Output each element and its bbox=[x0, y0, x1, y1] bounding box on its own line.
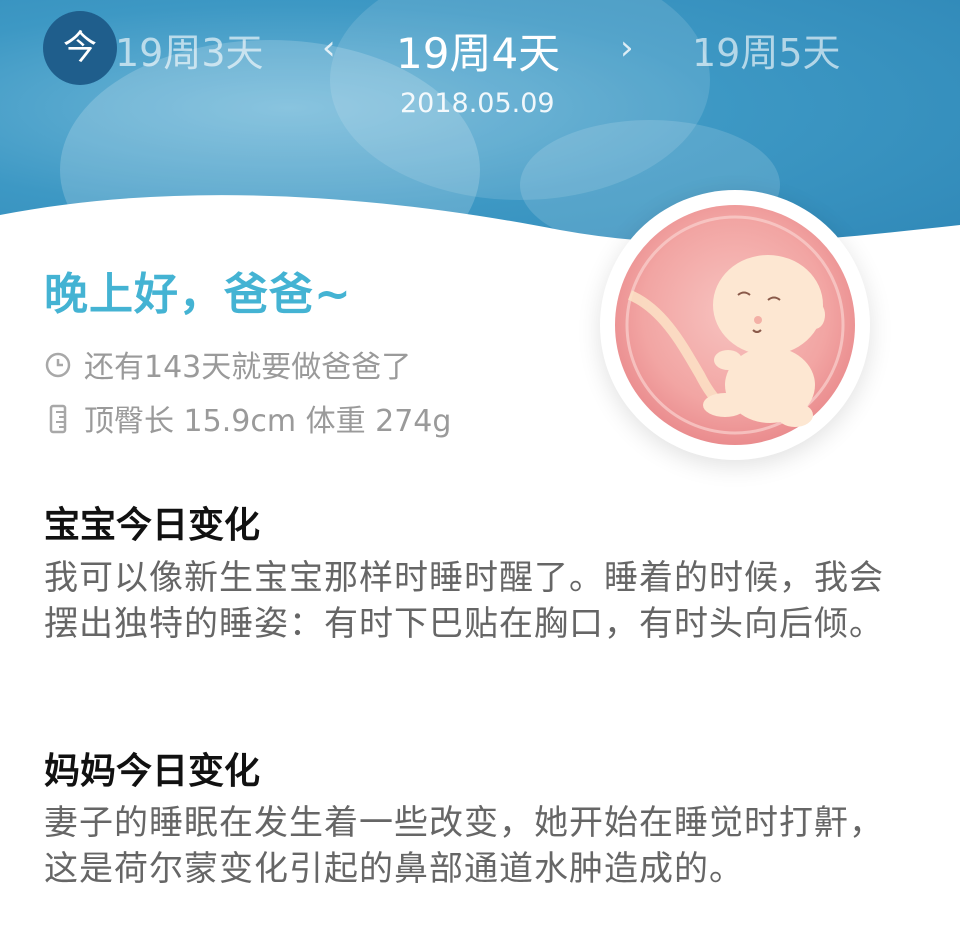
baby-section-title: 宝宝今日变化 bbox=[44, 505, 261, 546]
measurement-text: 顶臀长 15.9cm 体重 274g bbox=[84, 404, 452, 439]
clock-icon bbox=[44, 351, 74, 387]
today-button[interactable]: 今 bbox=[43, 11, 117, 85]
chevron-right-icon[interactable]: › bbox=[620, 28, 634, 68]
countdown-text: 还有143天就要做爸爸了 bbox=[84, 350, 412, 385]
baby-section-body: 我可以像新生宝宝那样时睡时醒了。睡着的时候，我会摆出独特的睡姿：有时下巴贴在胸口… bbox=[44, 558, 884, 644]
measurement-row: 顶臀长 15.9cm 体重 274g bbox=[44, 396, 451, 442]
ruler-icon bbox=[44, 404, 74, 442]
mom-section-body: 妻子的睡眠在发生着一些改变，她开始在睡觉时打鼾，这是荷尔蒙变化引起的鼻部通道水肿… bbox=[44, 803, 884, 889]
mom-section-title: 妈妈今日变化 bbox=[44, 751, 261, 792]
greeting-title: 晚上好，爸爸~ bbox=[44, 269, 352, 320]
next-week-tab[interactable]: 19周5天 bbox=[692, 22, 841, 77]
fetus-illustration[interactable] bbox=[600, 190, 870, 460]
current-date: 2018.05.09 bbox=[400, 88, 555, 119]
prev-week-tab[interactable]: 19周3天 bbox=[115, 22, 264, 77]
countdown-row: 还有143天就要做爸爸了 bbox=[44, 342, 411, 387]
chevron-left-icon[interactable]: ‹ bbox=[322, 28, 336, 68]
current-week-title: 19周4天 bbox=[396, 29, 561, 78]
fetus-icon bbox=[615, 205, 855, 445]
